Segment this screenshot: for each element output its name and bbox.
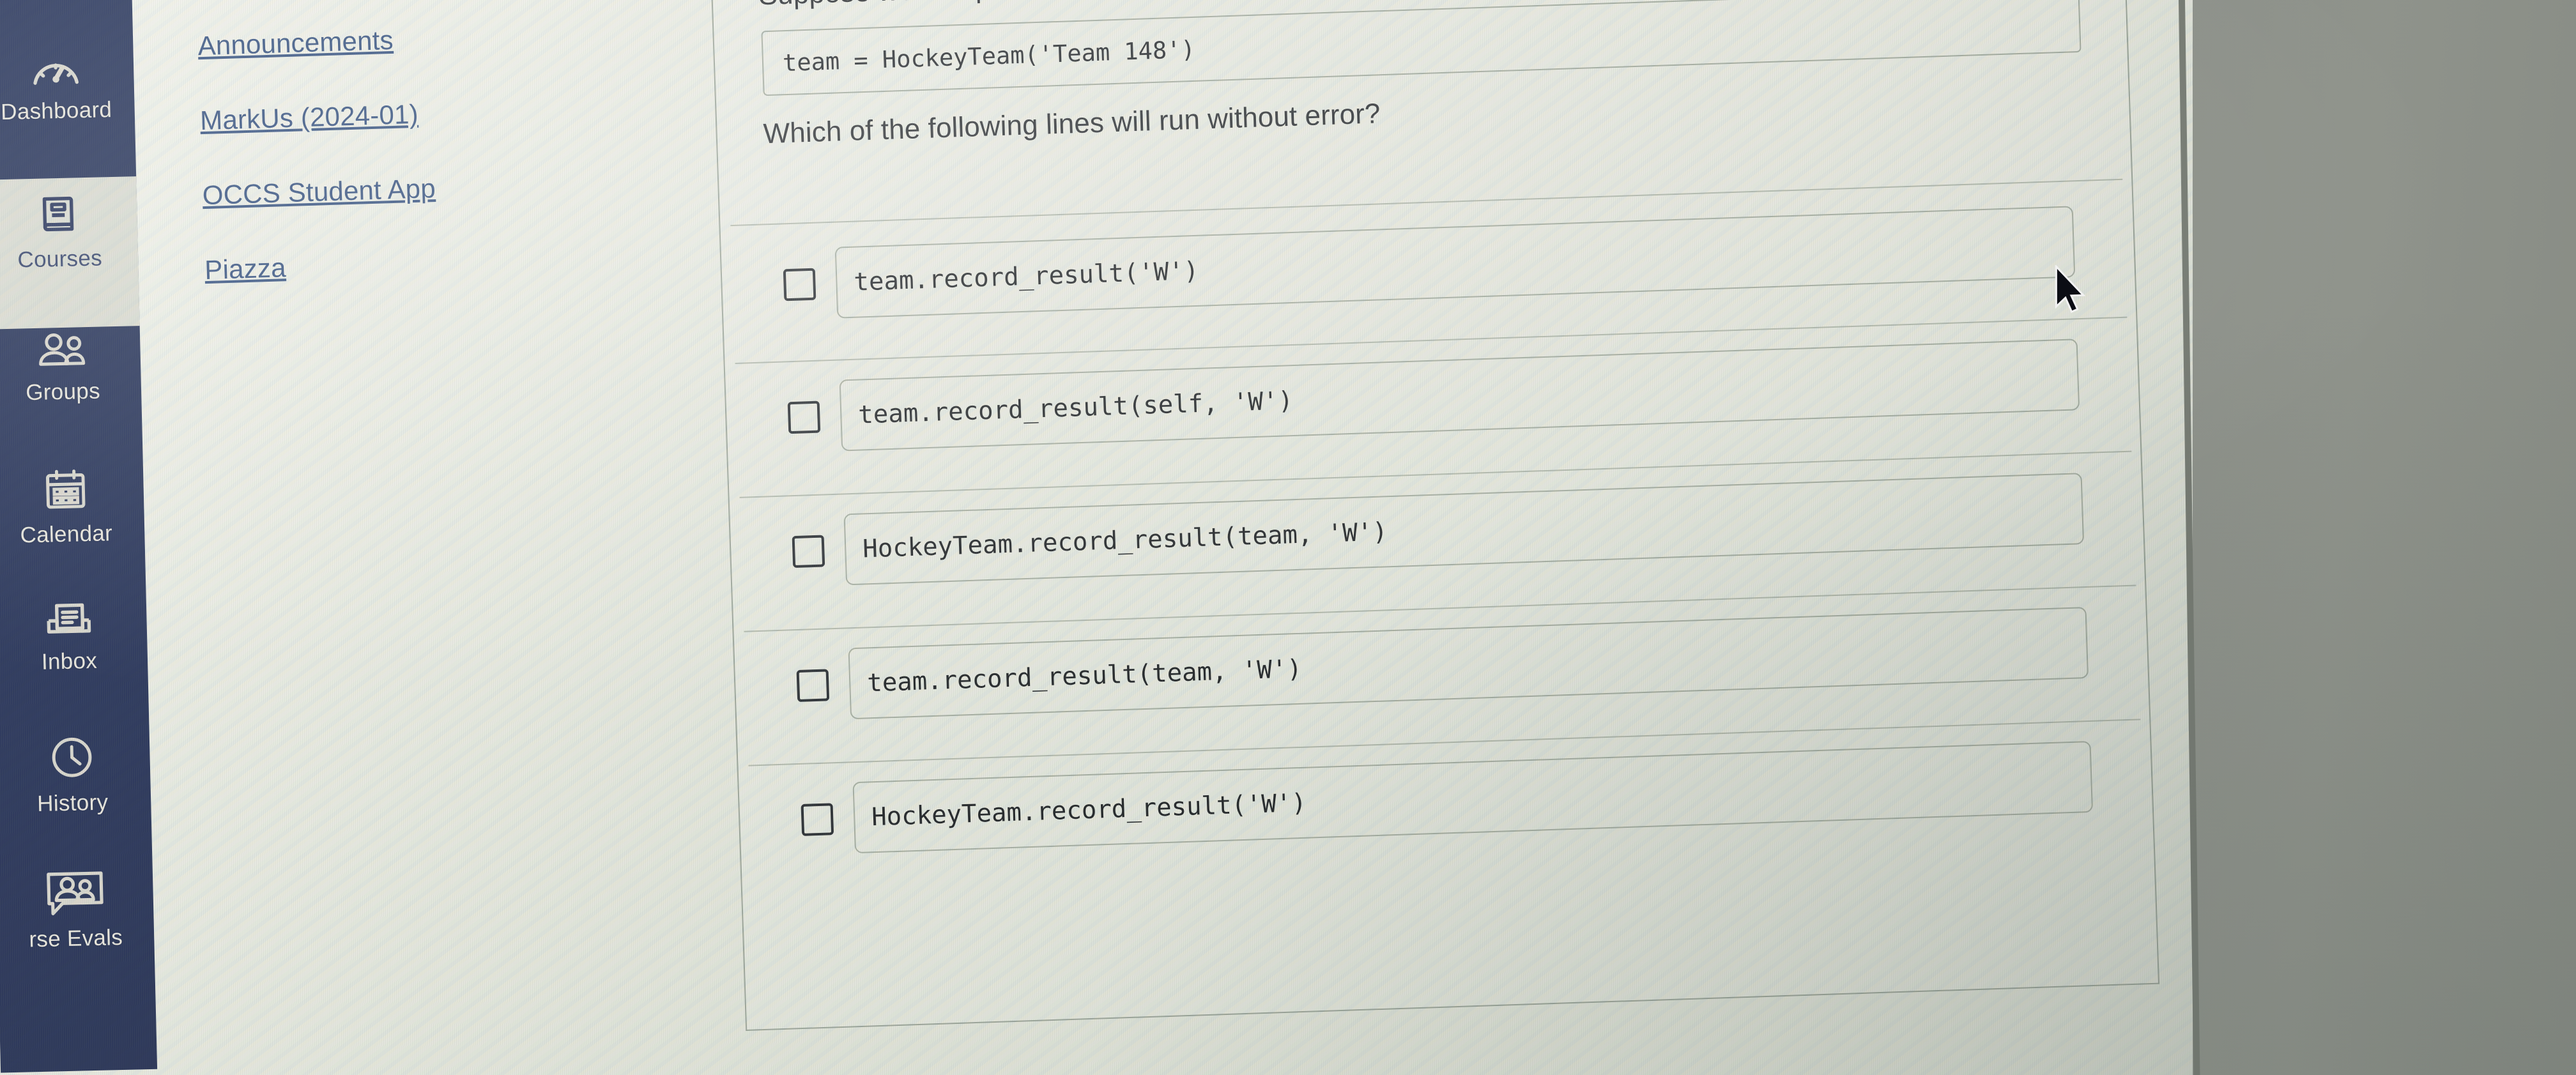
answer-code-text: team.record_result(self, 'W') (857, 386, 1294, 430)
photographed-screen: Account Dashboard (0, 0, 2576, 1075)
sidebar-item-courses[interactable]: Courses (0, 176, 140, 330)
sidebar-item-label: Groups (25, 378, 101, 406)
answer-checkbox-1[interactable] (783, 268, 816, 301)
global-navigation: Account Dashboard (0, 0, 158, 1073)
sidebar-item-inbox[interactable]: Inbox (0, 598, 149, 710)
two-people-icon (34, 330, 90, 374)
sidebar-item-label: Courses (17, 245, 103, 273)
course-nav-item-piazza[interactable]: Piazza (204, 252, 287, 286)
sidebar-item-label: Inbox (41, 648, 98, 675)
sidebar-item-account[interactable]: Account (0, 0, 133, 27)
area-outside-monitor (2178, 0, 2576, 1075)
course-nav-item-announcements[interactable]: Announcements (197, 25, 394, 61)
answer-checkbox-5[interactable] (801, 803, 834, 836)
speedometer-icon (29, 49, 82, 93)
answer-code-text: team.record_result('W') (853, 256, 1199, 297)
clock-icon (47, 733, 96, 785)
question-code-snippet: team = HockeyTeam('Team 148') (761, 0, 2082, 96)
quiz-question-card: Suppose we complete the class correctly,… (708, 0, 2160, 1031)
sidebar-item-label: rse Evals (28, 924, 123, 952)
answer-text-box-5[interactable]: HockeyTeam.record_result('W') (852, 740, 2094, 854)
sidebar-item-dashboard[interactable]: Dashboard (0, 47, 135, 160)
course-navigation: Syllabus Announcements MarkUs (2024-01) … (131, 0, 715, 1075)
people-speech-bubble-icon (43, 867, 106, 920)
sidebar-item-groups[interactable]: Groups (0, 328, 142, 441)
answer-text-box-2[interactable]: team.record_result(self, 'W') (839, 339, 2080, 452)
answer-text-box-1[interactable]: team.record_result('W') (834, 206, 2076, 319)
book-icon (35, 190, 82, 241)
answer-text-box-4[interactable]: team.record_result(team, 'W') (848, 607, 2089, 720)
answer-code-text: HockeyTeam.record_result(team, 'W') (862, 517, 1388, 563)
sidebar-item-label: Dashboard (0, 97, 112, 125)
answer-code-text: team.record_result(team, 'W') (866, 654, 1303, 698)
code-text: team = HockeyTeam('Team 148') (782, 35, 1196, 77)
answer-checkbox-3[interactable] (792, 535, 825, 568)
inbox-tray-icon (42, 599, 95, 643)
answer-text-box-3[interactable]: HockeyTeam.record_result(team, 'W') (843, 473, 2085, 586)
calendar-icon (41, 467, 89, 516)
answer-checkbox-4[interactable] (796, 669, 830, 703)
sidebar-item-label: Calendar (20, 521, 113, 548)
answer-checkbox-2[interactable] (787, 400, 821, 434)
sidebar-item-course-evals[interactable]: rse Evals (0, 866, 155, 985)
course-nav-item-occs-student-app[interactable]: OCCS Student App (202, 173, 436, 211)
course-nav-item-markus[interactable]: MarkUs (2024-01) (199, 99, 418, 136)
monitor-screen-surface: Account Dashboard (0, 0, 2241, 1075)
sidebar-item-label: History (36, 789, 109, 817)
sidebar-item-calendar[interactable]: Calendar (0, 466, 146, 578)
answer-code-text: HockeyTeam.record_result('W') (871, 788, 1307, 832)
question-prompt-line-2: Which of the following lines will run wi… (762, 98, 1381, 150)
sidebar-item-history[interactable]: History (0, 732, 152, 844)
